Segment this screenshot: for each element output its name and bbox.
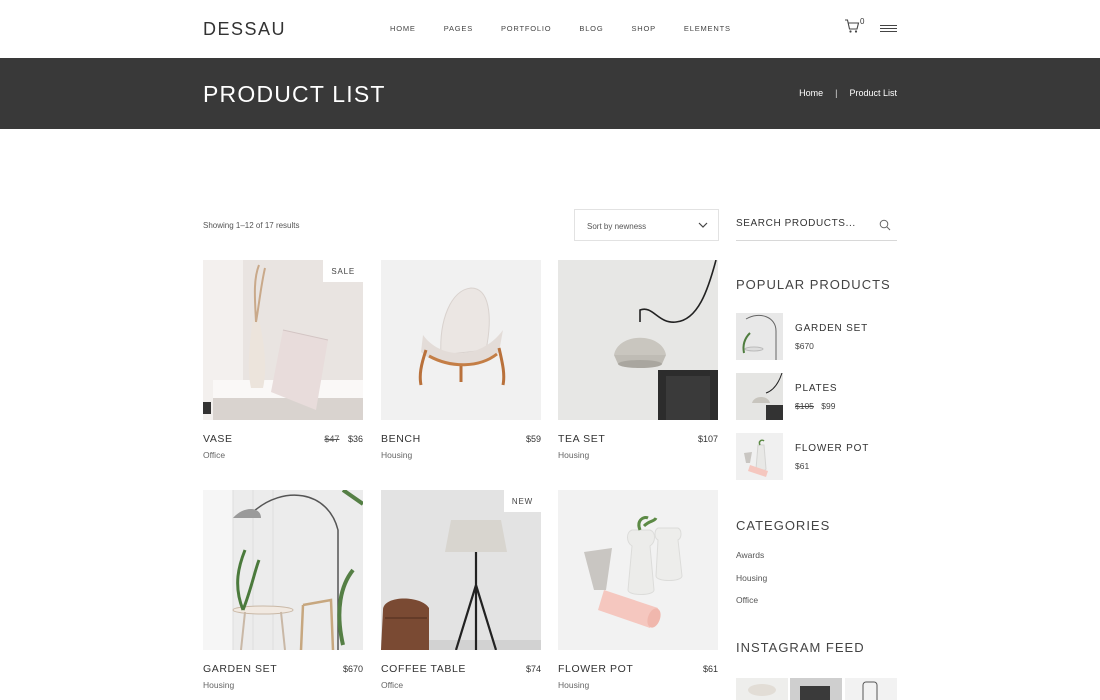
product-name[interactable]: COFFEE TABLE bbox=[381, 663, 466, 675]
breadcrumb-home[interactable]: Home bbox=[799, 88, 823, 98]
product-card: GARDEN SET $670 Housing bbox=[203, 490, 363, 690]
product-image[interactable]: SALE bbox=[203, 260, 363, 420]
category-awards[interactable]: Awards bbox=[736, 550, 764, 560]
product-search bbox=[736, 210, 897, 241]
search-icon[interactable] bbox=[879, 219, 891, 231]
product-price: $74 bbox=[525, 664, 541, 674]
instagram-feed-heading: INSTAGRAM FEED bbox=[736, 640, 865, 655]
product-name[interactable]: GARDEN SET bbox=[203, 663, 277, 675]
results-count: Showing 1–12 of 17 results bbox=[203, 221, 300, 230]
popular-product-item: GARDEN SET $670 bbox=[736, 313, 897, 360]
product-price: $61 bbox=[702, 664, 718, 674]
product-image[interactable] bbox=[381, 260, 541, 420]
cart-count: 0 bbox=[860, 17, 865, 26]
product-category[interactable]: Housing bbox=[558, 450, 589, 460]
breadcrumb-separator: | bbox=[835, 88, 838, 98]
product-card: SALE VASE $47 $36 Office bbox=[203, 260, 363, 460]
popular-product-thumb[interactable] bbox=[736, 313, 783, 360]
popular-product-thumb[interactable] bbox=[736, 433, 783, 480]
sort-select[interactable]: Sort by newness bbox=[574, 209, 719, 241]
product-category[interactable]: Housing bbox=[558, 680, 589, 690]
popular-product-name[interactable]: GARDEN SET bbox=[795, 323, 868, 334]
cart-icon bbox=[845, 19, 860, 33]
product-name[interactable]: VASE bbox=[203, 433, 233, 445]
nav-home[interactable]: HOME bbox=[390, 24, 416, 33]
product-card: TEA SET $107 Housing bbox=[558, 260, 718, 460]
menu-icon[interactable] bbox=[880, 25, 897, 34]
popular-product-item: PLATES $105 $99 bbox=[736, 373, 897, 420]
new-badge: NEW bbox=[503, 490, 541, 512]
product-card: FLOWER POT $61 Housing bbox=[558, 490, 718, 690]
popular-product-sale-price: $99 bbox=[821, 401, 836, 411]
site-header: DESSAU HOME PAGES PORTFOLIO BLOG SHOP EL… bbox=[0, 0, 1100, 58]
product-image[interactable] bbox=[558, 490, 718, 650]
product-image[interactable] bbox=[558, 260, 718, 420]
cart-button[interactable]: 0 bbox=[844, 17, 866, 38]
product-old-price: $47 bbox=[324, 434, 340, 444]
product-price: $47 $36 bbox=[324, 434, 363, 444]
product-price: $107 bbox=[697, 434, 718, 444]
popular-product-price: $670 bbox=[795, 341, 814, 351]
popular-product-name[interactable]: FLOWER POT bbox=[795, 443, 869, 454]
product-name[interactable]: BENCH bbox=[381, 433, 421, 445]
product-category[interactable]: Housing bbox=[381, 450, 412, 460]
product-category[interactable]: Office bbox=[203, 450, 225, 460]
product-image[interactable] bbox=[203, 490, 363, 650]
page-title: PRODUCT LIST bbox=[203, 81, 386, 107]
product-image[interactable]: NEW bbox=[381, 490, 541, 650]
popular-product-old-price: $105 bbox=[795, 401, 814, 411]
instagram-image[interactable] bbox=[790, 678, 842, 700]
popular-product-name[interactable]: PLATES bbox=[795, 383, 837, 394]
popular-product-thumb[interactable] bbox=[736, 373, 783, 420]
breadcrumb: Home | Product List bbox=[799, 88, 897, 98]
product-sale-price: $36 bbox=[347, 434, 363, 444]
category-office[interactable]: Office bbox=[736, 595, 758, 605]
product-card: NEW COFFEE TABLE $74 Office bbox=[381, 490, 541, 690]
product-card: BENCH $59 Housing bbox=[381, 260, 541, 460]
popular-products-heading: POPULAR PRODUCTS bbox=[736, 277, 891, 292]
instagram-image[interactable] bbox=[736, 678, 788, 700]
breadcrumb-current: Product List bbox=[849, 88, 897, 98]
nav-portfolio[interactable]: PORTFOLIO bbox=[501, 24, 551, 33]
product-name[interactable]: TEA SET bbox=[558, 433, 605, 445]
product-category[interactable]: Housing bbox=[203, 680, 234, 690]
nav-elements[interactable]: ELEMENTS bbox=[684, 24, 731, 33]
nav-shop[interactable]: SHOP bbox=[631, 24, 655, 33]
product-price: $59 bbox=[525, 434, 541, 444]
page-title-bar: PRODUCT LIST Home | Product List bbox=[0, 58, 1100, 129]
main-nav: HOME PAGES PORTFOLIO BLOG SHOP ELEMENTS bbox=[390, 24, 759, 33]
popular-product-price: $61 bbox=[795, 461, 810, 471]
popular-product-item: FLOWER POT $61 bbox=[736, 433, 897, 480]
sort-label: Sort by newness bbox=[587, 222, 647, 231]
product-category[interactable]: Office bbox=[381, 680, 403, 690]
instagram-image[interactable] bbox=[845, 678, 897, 700]
search-input[interactable] bbox=[736, 218, 866, 229]
product-price: $670 bbox=[342, 664, 363, 674]
sale-badge: SALE bbox=[323, 260, 363, 282]
nav-blog[interactable]: BLOG bbox=[579, 24, 603, 33]
popular-product-price: $105 $99 bbox=[795, 401, 835, 411]
product-name[interactable]: FLOWER POT bbox=[558, 663, 633, 675]
category-housing[interactable]: Housing bbox=[736, 573, 767, 583]
nav-pages[interactable]: PAGES bbox=[444, 24, 473, 33]
site-logo[interactable]: DESSAU bbox=[203, 19, 286, 40]
categories-heading: CATEGORIES bbox=[736, 518, 831, 533]
chevron-down-icon bbox=[698, 222, 708, 228]
